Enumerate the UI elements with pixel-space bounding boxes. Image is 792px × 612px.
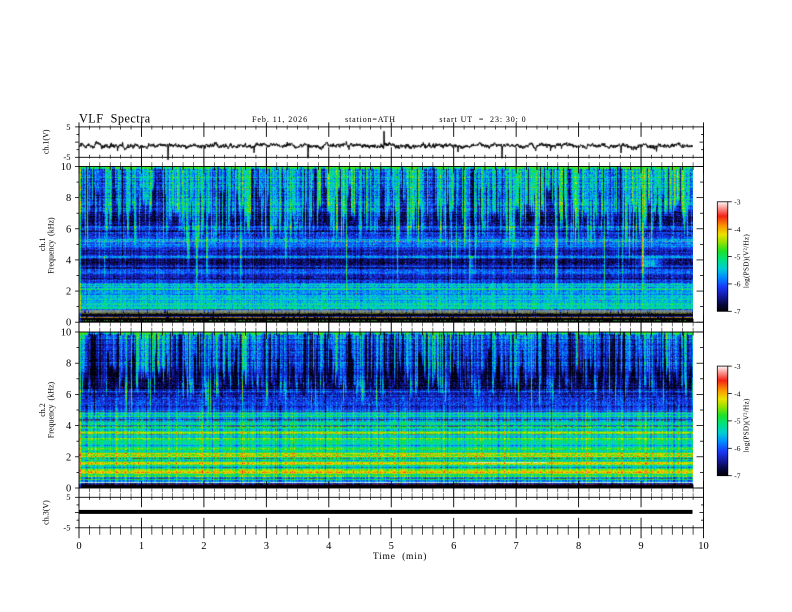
svg-text:ch.1(V): ch.1(V) xyxy=(41,129,50,154)
svg-text:1: 1 xyxy=(139,541,144,552)
svg-text:-3: -3 xyxy=(734,362,740,371)
svg-text:-7: -7 xyxy=(734,472,740,481)
svg-text:9: 9 xyxy=(638,541,643,552)
svg-text:8: 8 xyxy=(66,193,71,204)
svg-text:10: 10 xyxy=(698,541,709,552)
svg-text:Frequency (kHz): Frequency (kHz) xyxy=(47,381,56,438)
svg-text:6: 6 xyxy=(66,224,71,235)
svg-text:-7: -7 xyxy=(734,307,740,316)
svg-text:4: 4 xyxy=(66,255,72,266)
svg-text:Feb. 11, 2026: Feb. 11, 2026 xyxy=(252,115,308,124)
svg-text:log(PSD)(V²/Hz): log(PSD)(V²/Hz) xyxy=(743,398,751,452)
svg-text:VLF Spectra: VLF Spectra xyxy=(79,111,151,125)
svg-text:station=ATH: station=ATH xyxy=(345,115,396,124)
svg-text:5: 5 xyxy=(66,122,70,132)
svg-text:log(PSD)(V²/Hz): log(PSD)(V²/Hz) xyxy=(743,234,751,288)
svg-text:4: 4 xyxy=(66,421,72,432)
svg-text:4: 4 xyxy=(326,541,332,552)
svg-text:6: 6 xyxy=(66,390,71,401)
svg-text:-5: -5 xyxy=(734,417,740,426)
svg-text:-6: -6 xyxy=(734,444,740,453)
svg-text:-5: -5 xyxy=(63,152,70,162)
svg-text:2: 2 xyxy=(66,452,71,463)
svg-text:-3: -3 xyxy=(734,198,740,207)
svg-text:-6: -6 xyxy=(734,280,740,289)
svg-text:10: 10 xyxy=(61,162,72,173)
svg-text:-5: -5 xyxy=(734,252,740,261)
svg-text:2: 2 xyxy=(201,541,206,552)
svg-text:10: 10 xyxy=(61,328,72,339)
svg-text:3: 3 xyxy=(264,541,269,552)
svg-text:Frequency (kHz): Frequency (kHz) xyxy=(47,217,56,274)
svg-text:8: 8 xyxy=(66,359,71,370)
svg-text:5: 5 xyxy=(389,541,394,552)
svg-text:start UT = 23: 30: 0: start UT = 23: 30: 0 xyxy=(439,115,526,124)
svg-text:0: 0 xyxy=(66,318,71,329)
svg-text:-4: -4 xyxy=(734,225,740,234)
svg-text:5: 5 xyxy=(66,492,70,502)
svg-text:6: 6 xyxy=(451,541,456,552)
svg-text:2: 2 xyxy=(66,287,71,298)
svg-text:Time (min): Time (min) xyxy=(373,551,427,562)
svg-text:8: 8 xyxy=(576,541,581,552)
svg-text:-5: -5 xyxy=(63,523,70,533)
svg-text:ch.3(V): ch.3(V) xyxy=(41,500,50,525)
svg-text:-4: -4 xyxy=(734,389,740,398)
svg-text:7: 7 xyxy=(514,541,519,552)
svg-text:0: 0 xyxy=(76,541,81,552)
